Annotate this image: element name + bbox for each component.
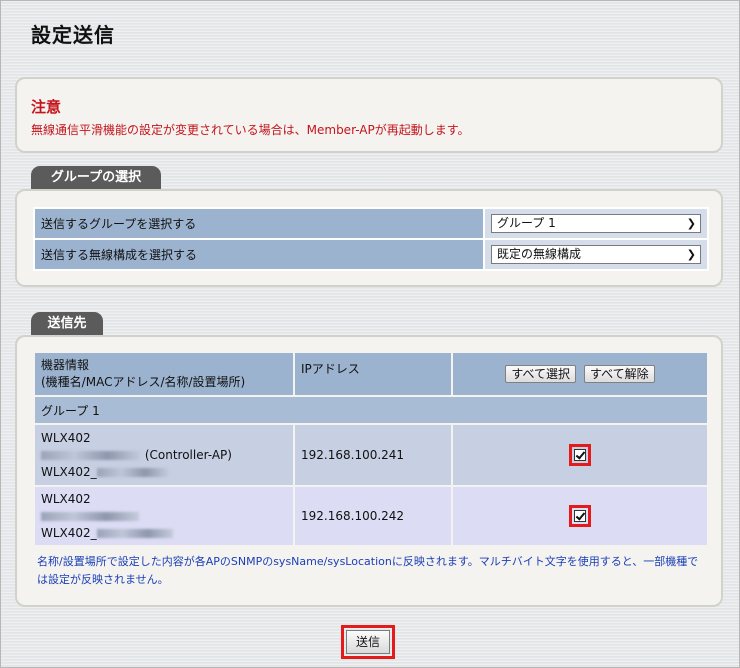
device-ip: 192.168.100.242: [293, 485, 453, 547]
group-row: グループ 1: [33, 395, 709, 425]
destination-panel: 機器情報 (機種名/MACアドレス/名称/設置場所) IPアドレス すべて選択す…: [15, 335, 723, 607]
group-select-panel: 送信するグループを選択する グループ 1 ❯ 送信する無線構成を選択する 既定の…: [15, 189, 723, 287]
group-dropdown-value: グループ 1: [497, 216, 556, 230]
page-title: 設定送信: [31, 23, 115, 47]
wireless-config-dropdown[interactable]: 既定の無線構成 ❯: [491, 245, 701, 264]
wireless-config-row: 送信する無線構成を選択する 既定の無線構成 ❯: [33, 238, 709, 271]
table-row: WLX402 (Controller-AP) WLX402_ 192.168.1…: [33, 423, 709, 487]
device-model: WLX402: [41, 430, 91, 445]
redacted-device-name: [96, 528, 173, 538]
wireless-config-dropdown-value: 既定の無線構成: [497, 247, 582, 261]
deselect-all-button[interactable]: すべて解除: [584, 365, 655, 383]
device-info-cell: WLX402 WLX402_: [33, 485, 295, 547]
notice-title: 注意: [31, 98, 62, 116]
destination-table: 機器情報 (機種名/MACアドレス/名称/設置場所) IPアドレス すべて選択す…: [33, 351, 709, 547]
redacted-mac-address: [41, 450, 141, 460]
device-info-header-line1: 機器情報: [41, 358, 90, 372]
redacted-mac-address: [41, 511, 139, 521]
group-select-label: 送信するグループを選択する: [33, 207, 485, 240]
notice-text: 無線通信平滑機能の設定が変更されている場合は、Member-APが再起動します。: [31, 123, 470, 137]
device-name: WLX402_: [41, 525, 97, 540]
chevron-down-icon: ❯: [686, 248, 696, 261]
group-select-tab: グループの選択: [31, 166, 161, 190]
group-select-table: 送信するグループを選択する グループ 1 ❯ 送信する無線構成を選択する 既定の…: [33, 207, 709, 271]
checkbox-highlight: [569, 505, 591, 527]
device-checkbox[interactable]: [574, 449, 586, 461]
table-row: WLX402 WLX402_ 192.168.100.242: [33, 485, 709, 547]
group-dropdown[interactable]: グループ 1 ❯: [491, 214, 701, 233]
device-role: (Controller-AP): [144, 447, 232, 462]
wireless-config-label: 送信する無線構成を選択する: [33, 238, 485, 271]
group-select-row: 送信するグループを選択する グループ 1 ❯: [33, 207, 709, 240]
destination-note: 名称/設置場所で設定した内容が各APのSNMPのsysName/sysLocat…: [37, 555, 699, 586]
ip-header: IPアドレス: [293, 351, 453, 397]
device-name: WLX402_: [41, 464, 97, 479]
redacted-device-name: [96, 467, 169, 477]
device-ip: 192.168.100.241: [293, 423, 453, 487]
device-model: WLX402: [41, 491, 91, 506]
group-row-label: グループ 1: [33, 395, 709, 425]
table-header-row: 機器情報 (機種名/MACアドレス/名称/設置場所) IPアドレス すべて選択す…: [33, 351, 709, 397]
checkbox-highlight: [569, 444, 591, 466]
device-info-cell: WLX402 (Controller-AP) WLX402_: [33, 423, 295, 487]
destination-tab: 送信先: [31, 312, 103, 336]
send-button[interactable]: 送信: [346, 630, 390, 654]
device-info-header: 機器情報 (機種名/MACアドレス/名称/設置場所): [33, 351, 295, 397]
device-checkbox[interactable]: [574, 510, 586, 522]
selection-header: すべて選択 すべて解除: [451, 351, 709, 397]
select-all-button[interactable]: すべて選択: [505, 365, 576, 383]
chevron-down-icon: ❯: [686, 217, 696, 230]
send-button-highlight: 送信: [341, 625, 395, 659]
notice-panel: 注意 無線通信平滑機能の設定が変更されている場合は、Member-APが再起動し…: [15, 77, 723, 153]
device-info-header-line2: (機種名/MACアドレス/名称/設置場所): [41, 375, 246, 389]
